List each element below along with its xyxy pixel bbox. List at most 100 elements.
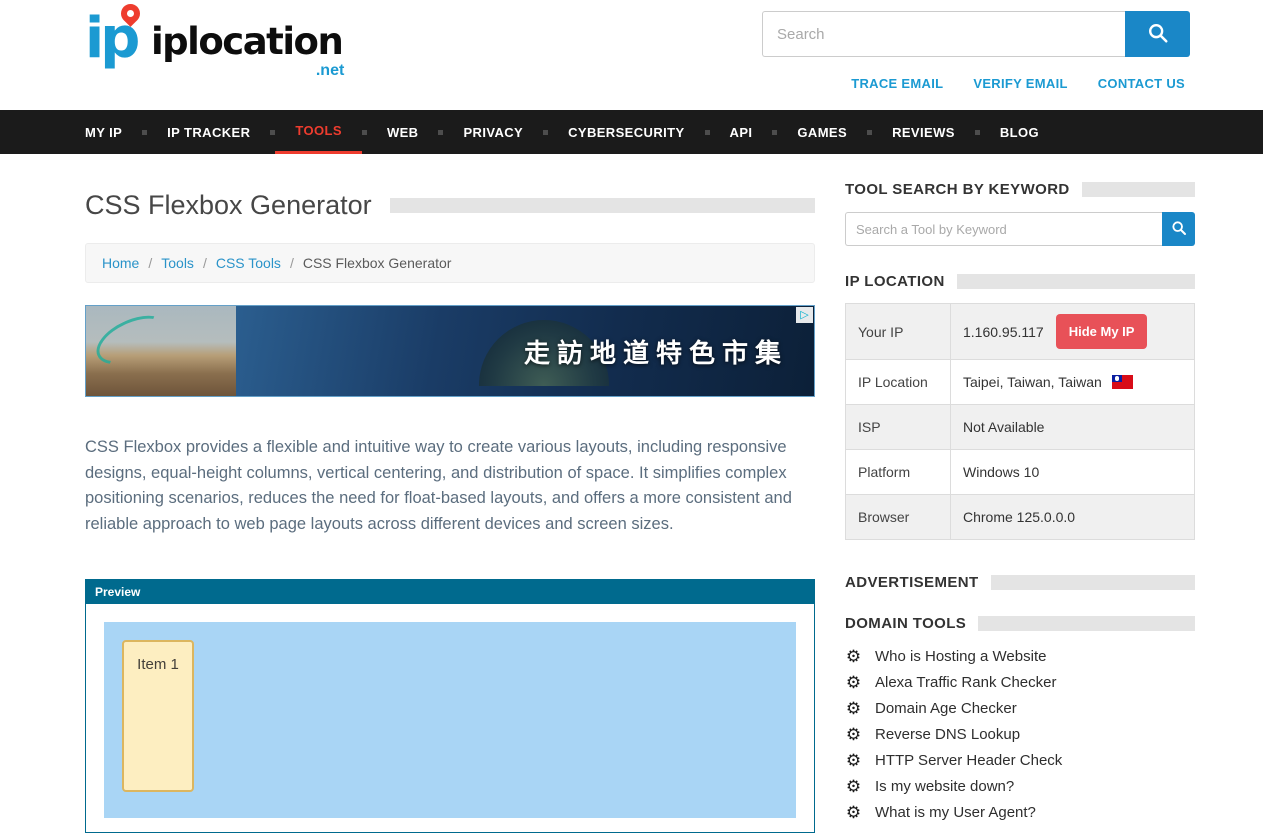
- header-search-button[interactable]: [1125, 11, 1190, 57]
- ad-banner[interactable]: 走訪地道特色市集: [85, 305, 815, 397]
- heading-decorative-bar: [1082, 182, 1195, 197]
- logo-wordmark: iplocation .net: [151, 20, 342, 63]
- domain-tool-http-header[interactable]: HTTP Server Header Check: [845, 748, 1195, 774]
- gear-icon: [845, 776, 862, 799]
- breadcrumb-css-tools[interactable]: CSS Tools: [216, 255, 281, 271]
- platform-value: Windows 10: [951, 450, 1195, 495]
- logo-net-suffix: .net: [316, 62, 344, 80]
- row-label: Browser: [846, 495, 951, 540]
- breadcrumb-separator: /: [203, 255, 207, 271]
- domain-tools-heading: DOMAIN TOOLS: [845, 615, 966, 632]
- nav-item-privacy[interactable]: PRIVACY: [443, 110, 543, 154]
- gear-icon: [845, 802, 862, 825]
- nav-item-blog[interactable]: BLOG: [980, 110, 1059, 154]
- ad-left-photo: [86, 306, 236, 396]
- table-row: Browser Chrome 125.0.0.0: [846, 495, 1195, 540]
- row-label: IP Location: [846, 360, 951, 405]
- advertisement-heading: ADVERTISEMENT: [845, 574, 979, 591]
- page-title: CSS Flexbox Generator: [85, 190, 372, 221]
- ip-location-heading-row: IP LOCATION: [845, 273, 1195, 290]
- preview-panel: Preview Item 1: [85, 579, 815, 833]
- row-label: Your IP: [846, 304, 951, 360]
- row-label: Platform: [846, 450, 951, 495]
- tool-link-label: HTTP Server Header Check: [875, 750, 1062, 772]
- flex-preview-container: Item 1: [104, 622, 796, 818]
- main-content: CSS Flexbox Generator Home / Tools / CSS…: [85, 154, 815, 833]
- tool-search-input[interactable]: [845, 212, 1162, 246]
- gear-icon: [845, 724, 862, 747]
- ad-headline: 走訪地道特色市集: [524, 333, 788, 370]
- ip-location-value: Taipei, Taiwan, Taiwan: [963, 374, 1102, 390]
- domain-tool-alexa-rank[interactable]: Alexa Traffic Rank Checker: [845, 670, 1195, 696]
- main-nav: MY IP IP TRACKER TOOLS WEB PRIVACY CYBER…: [0, 110, 1263, 154]
- breadcrumb-current: CSS Flexbox Generator: [303, 255, 452, 271]
- page-header: ip iplocation .net TRACE EMAIL VERIFY EM…: [0, 0, 1263, 110]
- nav-item-tools[interactable]: TOOLS: [275, 110, 362, 154]
- title-decorative-bar: [390, 198, 815, 213]
- trace-email-link[interactable]: TRACE EMAIL: [851, 76, 943, 91]
- domain-tool-domain-age[interactable]: Domain Age Checker: [845, 696, 1195, 722]
- header-search: [762, 11, 1190, 57]
- breadcrumb-separator: /: [290, 255, 294, 271]
- ip-location-heading: IP LOCATION: [845, 273, 945, 290]
- site-logo[interactable]: ip iplocation .net: [85, 6, 342, 72]
- gear-icon: [845, 750, 862, 773]
- tool-search-button[interactable]: [1162, 212, 1195, 246]
- table-row: ISP Not Available: [846, 405, 1195, 450]
- advertisement-heading-row: ADVERTISEMENT: [845, 574, 1195, 591]
- table-row: Platform Windows 10: [846, 450, 1195, 495]
- search-icon: [1171, 220, 1187, 239]
- search-icon: [1147, 22, 1169, 47]
- browser-value: Chrome 125.0.0.0: [951, 495, 1195, 540]
- row-label: ISP: [846, 405, 951, 450]
- taiwan-flag-icon: [1112, 375, 1133, 389]
- tool-search-heading: TOOL SEARCH BY KEYWORD: [845, 181, 1070, 198]
- nav-item-games[interactable]: GAMES: [777, 110, 867, 154]
- isp-value: Not Available: [951, 405, 1195, 450]
- contact-us-link[interactable]: CONTACT US: [1098, 76, 1185, 91]
- header-links: TRACE EMAIL VERIFY EMAIL CONTACT US: [851, 76, 1185, 91]
- preview-panel-header: Preview: [86, 580, 814, 604]
- nav-item-web[interactable]: WEB: [367, 110, 439, 154]
- gear-icon: [845, 672, 862, 695]
- tool-link-label: Domain Age Checker: [875, 698, 1017, 720]
- heading-decorative-bar: [978, 616, 1195, 631]
- verify-email-link[interactable]: VERIFY EMAIL: [973, 76, 1067, 91]
- ad-right-photo: 走訪地道特色市集: [236, 306, 814, 396]
- your-ip-value: 1.160.95.117: [963, 324, 1044, 340]
- sidebar: TOOL SEARCH BY KEYWORD IP LOCATION Your …: [845, 154, 1195, 826]
- domain-tool-website-down[interactable]: Is my website down?: [845, 774, 1195, 800]
- nav-item-reviews[interactable]: REVIEWS: [872, 110, 975, 154]
- breadcrumb-tools[interactable]: Tools: [161, 255, 194, 271]
- tool-search-heading-row: TOOL SEARCH BY KEYWORD: [845, 181, 1195, 198]
- tool-link-label: Alexa Traffic Rank Checker: [875, 672, 1056, 694]
- gear-icon: [845, 698, 862, 721]
- domain-tools-heading-row: DOMAIN TOOLS: [845, 615, 1195, 632]
- page-description: CSS Flexbox provides a flexible and intu…: [85, 435, 815, 537]
- tool-search: [845, 212, 1195, 246]
- breadcrumb: Home / Tools / CSS Tools / CSS Flexbox G…: [85, 243, 815, 283]
- nav-item-my-ip[interactable]: MY IP: [85, 110, 142, 154]
- logo-mark: ip: [85, 6, 149, 72]
- domain-tool-user-agent[interactable]: What is my User Agent?: [845, 800, 1195, 826]
- table-row: Your IP 1.160.95.117 Hide My IP: [846, 304, 1195, 360]
- tool-link-label: What is my User Agent?: [875, 802, 1036, 824]
- preview-panel-body: Item 1: [86, 604, 814, 833]
- breadcrumb-home[interactable]: Home: [102, 255, 139, 271]
- domain-tools-list: Who is Hosting a Website Alexa Traffic R…: [845, 644, 1195, 826]
- adchoices-triangle-icon[interactable]: [796, 307, 813, 323]
- domain-tool-who-is-hosting[interactable]: Who is Hosting a Website: [845, 644, 1195, 670]
- title-row: CSS Flexbox Generator: [85, 190, 815, 221]
- heading-decorative-bar: [991, 575, 1195, 590]
- hide-my-ip-button[interactable]: Hide My IP: [1056, 314, 1148, 349]
- nav-item-cybersecurity[interactable]: CYBERSECURITY: [548, 110, 704, 154]
- logo-name-text: iplocation: [151, 20, 342, 63]
- header-search-input[interactable]: [762, 11, 1125, 57]
- tool-link-label: Who is Hosting a Website: [875, 646, 1046, 668]
- breadcrumb-separator: /: [148, 255, 152, 271]
- nav-item-api[interactable]: API: [710, 110, 773, 154]
- tool-link-label: Is my website down?: [875, 776, 1014, 798]
- domain-tool-reverse-dns[interactable]: Reverse DNS Lookup: [845, 722, 1195, 748]
- flex-item[interactable]: Item 1: [122, 640, 194, 792]
- nav-item-ip-tracker[interactable]: IP TRACKER: [147, 110, 270, 154]
